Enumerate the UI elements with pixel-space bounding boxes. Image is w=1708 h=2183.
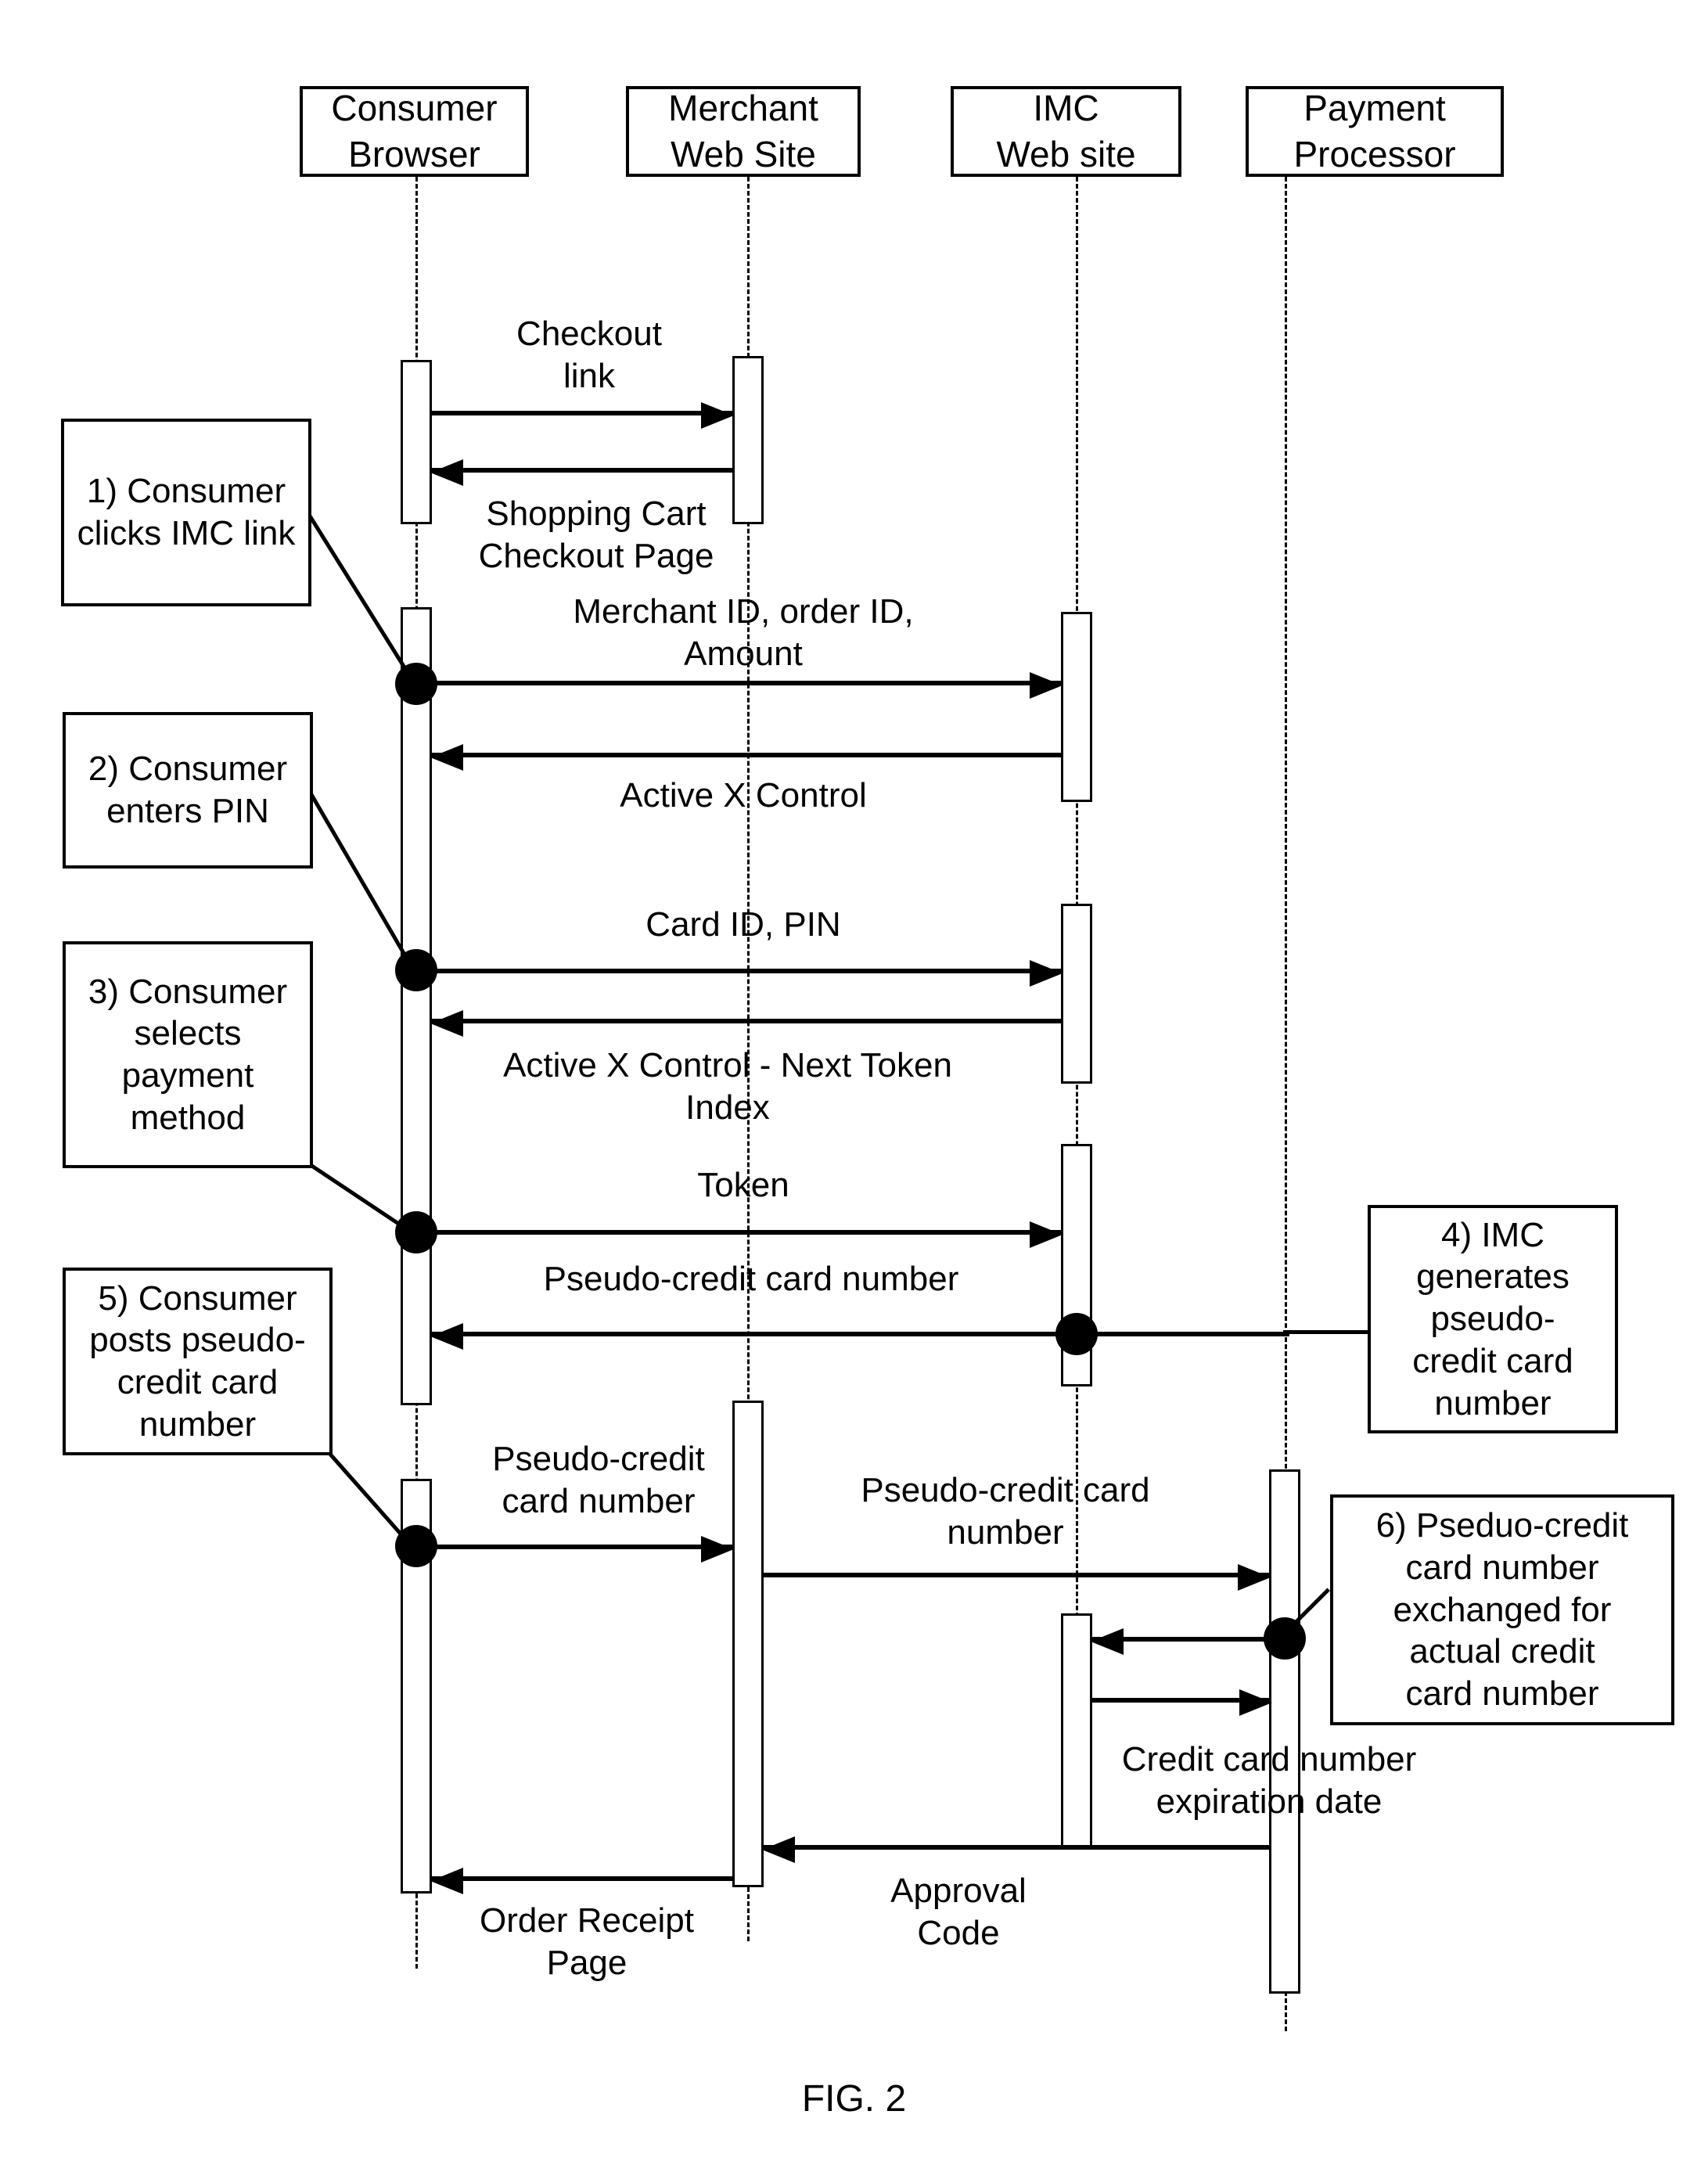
- message-label-active-x-control-next-token-index: Active X Control - Next Token Index: [503, 1046, 952, 1127]
- activation-processor-1: [1269, 1469, 1300, 1994]
- actor-box-payment-processor: Payment Processor: [1246, 86, 1504, 177]
- connection-dot-processor-step6: [1264, 1617, 1306, 1660]
- arrowhead-right-icon: [1030, 960, 1063, 987]
- message-arrow-card-id-pin: [432, 960, 1063, 987]
- message-arrow-processor-to-imc: [1091, 1628, 1271, 1655]
- actor-label-line2: Processor: [1293, 134, 1456, 174]
- actor-label-line1: IMC: [1033, 88, 1099, 129]
- message-label-credit-card-number-expiration-date: Credit card number expiration date: [1121, 1740, 1417, 1821]
- message-label-card-id-pin: Card ID, PIN: [645, 905, 841, 944]
- message-label-token: Token: [697, 1166, 789, 1204]
- message-label-shopping-cart-checkout-page: Shopping Cart Checkout Page: [478, 495, 714, 575]
- message-label-approval-code: Approval Code: [890, 1872, 1027, 1952]
- actor-box-consumer-browser: Consumer Browser: [300, 86, 529, 177]
- connection-dot-consumer-step1: [395, 663, 437, 705]
- arrowhead-left-icon: [430, 744, 463, 771]
- activation-imc-1: [1061, 612, 1092, 802]
- actor-label-line2: Web Site: [671, 134, 816, 174]
- arrowhead-right-icon: [701, 1536, 734, 1563]
- message-arrow-credit-card-number-expiration-date: [1092, 1689, 1272, 1716]
- message-label-active-x-control: Active X Control: [620, 776, 867, 815]
- message-arrow-pseudo-credit-card-number-merchant: [432, 1536, 734, 1563]
- message-arrow-active-x-control-next-token-index: [430, 1010, 1061, 1037]
- message-label-order-receipt-page: Order Receipt Page: [480, 1901, 694, 1982]
- arrowhead-right-icon: [1030, 672, 1063, 699]
- arrowhead-right-icon: [1239, 1689, 1272, 1716]
- message-arrow-pseudo-credit-card-number-imc: [430, 1323, 1289, 1350]
- figure-caption: FIG. 2: [801, 2078, 907, 2120]
- note-2-consumer-enters-pin: 2) Consumer enters PIN: [63, 712, 313, 869]
- activation-consumer-1: [401, 360, 432, 524]
- arrowhead-left-icon: [762, 1836, 795, 1863]
- note-6-pseudo-credit-card-number-exchanged: 6) Pseduo-credit card number exchanged f…: [1330, 1494, 1674, 1725]
- message-arrow-token: [432, 1221, 1063, 1248]
- message-label-merchant-id-order-id-amount: Merchant ID, order ID, Amount: [573, 592, 914, 673]
- actor-box-imc-web-site: IMC Web site: [951, 86, 1181, 177]
- arrowhead-right-icon: [1238, 1564, 1271, 1591]
- connection-dot-consumer-step5: [395, 1525, 437, 1567]
- arrowhead-right-icon: [701, 402, 734, 429]
- message-arrow-merchant-id-order-id-amount: [432, 672, 1063, 699]
- message-arrow-checkout-link: [432, 402, 734, 429]
- activation-consumer-2: [401, 607, 432, 1405]
- note-4-imc-generates-pseudo-credit-card-number: 4) IMC generates pseudo- credit card num…: [1368, 1205, 1618, 1433]
- message-label-pseudo-credit-card-number-merchant: Pseudo-credit card number: [492, 1440, 705, 1520]
- note-3-consumer-selects-payment-method: 3) Consumer selects payment method: [63, 941, 313, 1168]
- arrowhead-left-icon: [430, 1868, 463, 1894]
- actor-label-line2: Browser: [348, 134, 480, 174]
- actor-label-line1: Payment: [1303, 88, 1446, 129]
- figure-canvas: Consumer Browser Merchant Web Site IMC W…: [0, 0, 1708, 2183]
- actor-label-line1: Consumer: [331, 88, 498, 129]
- connection-dot-imc-step4: [1055, 1313, 1098, 1355]
- message-arrow-shopping-cart-checkout-page: [430, 459, 732, 486]
- message-arrow-order-receipt-page: [430, 1868, 732, 1894]
- actor-label-line2: Web site: [996, 134, 1136, 174]
- message-label-pseudo-credit-card-number-imc: Pseudo-credit card number: [543, 1260, 959, 1298]
- note-1-consumer-clicks-imc-link: 1) Consumer clicks IMC link: [61, 419, 311, 606]
- actor-label-line1: Merchant: [668, 88, 818, 129]
- activation-imc-2: [1061, 904, 1092, 1084]
- message-arrow-approval-code: [762, 1836, 1269, 1863]
- note-5-consumer-posts-pseudo-credit-card-number: 5) Consumer posts pseudo- credit card nu…: [63, 1268, 333, 1455]
- message-label-pseudo-credit-card-number-processor: Pseudo-credit card number: [861, 1471, 1150, 1552]
- message-arrow-active-x-control: [430, 744, 1061, 771]
- connection-dot-consumer-step3: [395, 1211, 437, 1253]
- arrowhead-left-icon: [1091, 1628, 1124, 1655]
- leader-line-note-1: [307, 515, 417, 686]
- arrowhead-right-icon: [1030, 1221, 1063, 1248]
- message-label-checkout-link: Checkout link: [516, 315, 662, 395]
- arrowhead-left-icon: [430, 459, 463, 486]
- leader-line-note-4: [1283, 1330, 1369, 1334]
- connection-dot-consumer-step2: [395, 949, 437, 991]
- message-arrow-pseudo-credit-card-number-processor: [764, 1564, 1271, 1591]
- actor-box-merchant-web-site: Merchant Web Site: [626, 86, 861, 177]
- arrowhead-left-icon: [430, 1323, 463, 1350]
- arrowhead-left-icon: [430, 1010, 463, 1037]
- activation-imc-4: [1061, 1613, 1092, 1848]
